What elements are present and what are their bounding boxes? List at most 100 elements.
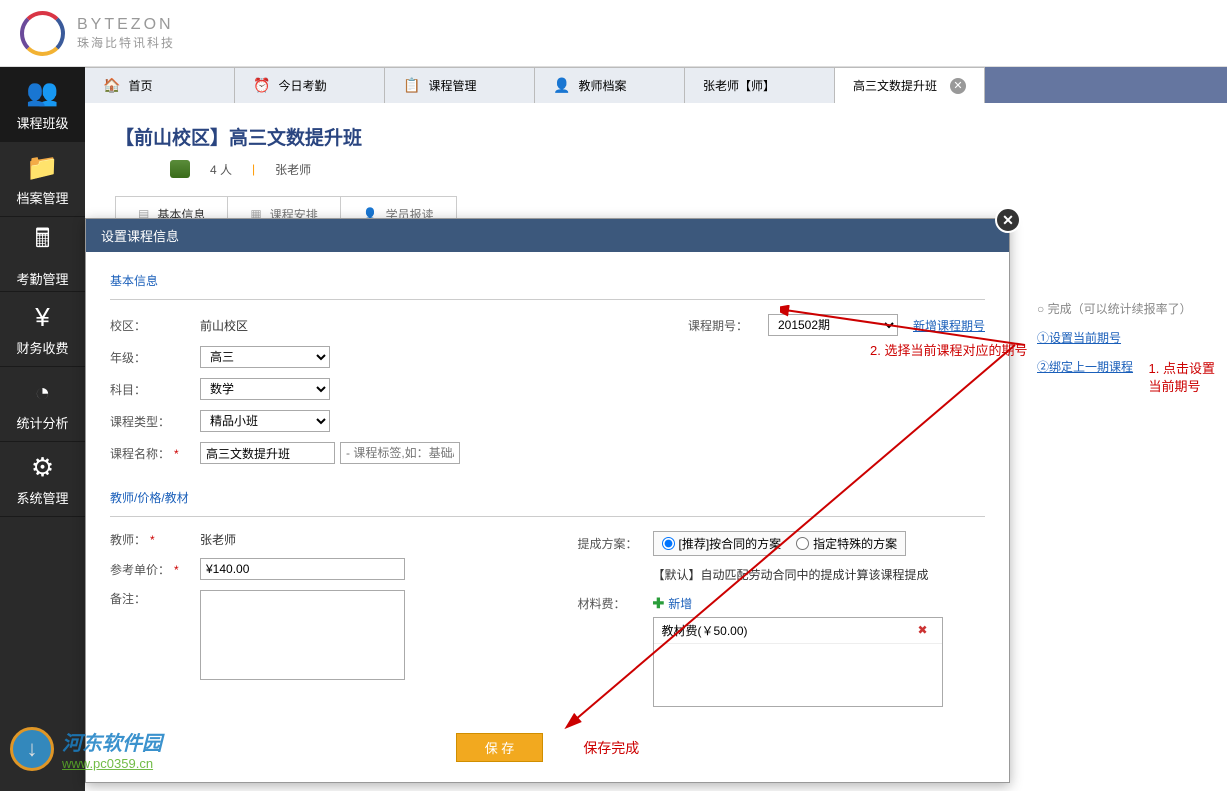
section-basic-title: 基本信息	[110, 272, 985, 289]
scheme-radio-group: [推荐]按合同的方案 指定特殊的方案	[653, 531, 907, 556]
sidebar-label: 课程班级	[16, 113, 68, 132]
sidebar-item-finance[interactable]: ¥ 财务收费	[0, 292, 85, 367]
radio-special[interactable]	[796, 537, 809, 550]
tab-label: 课程管理	[428, 77, 476, 94]
watermark-title: 河东软件园	[62, 727, 162, 756]
clock-icon: ⏰	[253, 77, 270, 94]
tab-course-mgmt[interactable]: 📋 课程管理	[385, 67, 535, 103]
scheme-note: 【默认】自动匹配劳动合同中的提成计算该课程提成	[653, 566, 986, 583]
tab-label: 教师档案	[578, 77, 626, 94]
people-count: 4 人	[210, 161, 232, 178]
sidebar: 👥 课程班级 📁 档案管理 🖩 考勤管理 ¥ 财务收费 ◔ 统计分析 ⚙ 系统管…	[0, 67, 85, 791]
sidebar-label: 统计分析	[16, 413, 68, 432]
campus-label: 校区：	[110, 317, 200, 334]
sidebar-item-stats[interactable]: ◔ 统计分析	[0, 367, 85, 442]
link-set-term[interactable]: ①设置当前期号	[1037, 329, 1192, 346]
material-list: 教材费(￥50.00) ✖	[653, 617, 943, 707]
link-bind-prev[interactable]: ②绑定上一期课程	[1037, 358, 1192, 375]
course-name-input[interactable]	[200, 442, 335, 464]
course-settings-modal: 设置课程信息 ✕ 基本信息 校区： 前山校区 课程期号： 201502期 新增课…	[85, 218, 1010, 783]
scheme-opt-special[interactable]: 指定特殊的方案	[796, 535, 897, 552]
subject-label: 科目：	[110, 381, 200, 398]
brand-text: BYTEZON 珠海比特讯科技	[77, 16, 175, 51]
piechart-icon: ◔	[35, 377, 51, 408]
tab-label: 高三文数提升班	[853, 77, 937, 94]
type-label: 课程类型：	[110, 413, 200, 430]
tab-label: 首页	[128, 77, 152, 94]
term-select[interactable]: 201502期	[768, 314, 898, 336]
sidebar-label: 考勤管理	[16, 269, 68, 288]
sidebar-item-system[interactable]: ⚙ 系统管理	[0, 442, 85, 517]
material-item[interactable]: 教材费(￥50.00) ✖	[654, 618, 942, 644]
page-meta: 4 人 | 张老师	[170, 160, 1197, 178]
page-title: 【前山校区】高三文数提升班	[115, 123, 1197, 150]
download-icon	[10, 727, 54, 771]
sidebar-item-course-class[interactable]: 👥 课程班级	[0, 67, 85, 142]
sidebar-label: 财务收费	[16, 338, 68, 357]
save-status: 保存完成	[583, 738, 639, 758]
list-icon: 📋	[403, 77, 420, 94]
modal-close-button[interactable]: ✕	[995, 207, 1021, 233]
teacher-name: 张老师	[275, 161, 311, 178]
sidebar-label: 档案管理	[16, 188, 68, 207]
divider	[110, 299, 985, 300]
grade-select[interactable]: 高三	[200, 346, 330, 368]
modal-footer: 保 存 保存完成	[86, 733, 1009, 762]
scheme-label: 提成方案：	[578, 535, 653, 552]
remark-textarea[interactable]	[200, 590, 405, 680]
sidebar-item-attendance[interactable]: 🖩 考勤管理	[0, 217, 85, 292]
material-item-text: 教材费(￥50.00)	[662, 622, 748, 639]
section-teacher-title: 教师/价格/教材	[110, 489, 985, 506]
tab-home[interactable]: 🏠 首页	[85, 67, 235, 103]
tab-label: 今日考勤	[278, 77, 326, 94]
calculator-icon: 🖩	[35, 220, 51, 264]
add-term-link[interactable]: 新增课程期号	[913, 317, 985, 334]
price-input[interactable]	[200, 558, 405, 580]
home-icon: 🏠	[103, 77, 120, 94]
material-add-button[interactable]: ✚ 新增	[653, 595, 693, 612]
grade-label: 年级：	[110, 349, 200, 366]
gear-icon: ⚙	[31, 452, 54, 483]
watermark-url: www.pc0359.cn	[62, 756, 162, 771]
delete-icon[interactable]: ✖	[918, 623, 934, 639]
modal-header: 设置课程信息	[86, 219, 1009, 252]
material-label: 材料费：	[578, 595, 653, 612]
tab-attendance-today[interactable]: ⏰ 今日考勤	[235, 67, 385, 103]
name-label: 课程名称：*	[110, 445, 200, 462]
teacher-label: 教师：*	[110, 531, 200, 548]
brand-cn: 珠海比特讯科技	[77, 34, 175, 51]
tab-teacher-profile[interactable]: 👤 教师档案	[535, 67, 685, 103]
radio-contract[interactable]	[662, 537, 675, 550]
students-icon	[170, 160, 190, 178]
save-button[interactable]: 保 存	[456, 733, 544, 762]
right-panel: 完成（可以统计续报率了） ①设置当前期号 ②绑定上一期课程	[1037, 300, 1192, 387]
subject-select[interactable]: 数学	[200, 378, 330, 400]
divider	[110, 516, 985, 517]
type-select[interactable]: 精品小班	[200, 410, 330, 432]
folder-icon: 📁	[26, 152, 58, 183]
term-label: 课程期号：	[688, 317, 768, 334]
right-panel-header: 完成（可以统计续报率了）	[1037, 300, 1192, 317]
modal-body: 基本信息 校区： 前山校区 课程期号： 201502期 新增课程期号 年级： 高…	[86, 252, 1009, 729]
separator: |	[252, 162, 255, 176]
brand-en: BYTEZON	[77, 16, 175, 34]
tab-class-detail[interactable]: 高三文数提升班 ✕	[835, 67, 985, 103]
scheme-opt-contract[interactable]: [推荐]按合同的方案	[662, 535, 782, 552]
tabs-bar: 🏠 首页 ⏰ 今日考勤 📋 课程管理 👤 教师档案 张老师【师】 高三文数提升班…	[85, 67, 1227, 103]
course-tag-input[interactable]	[340, 442, 460, 464]
price-label: 参考单价：*	[110, 561, 200, 578]
remark-label: 备注：	[110, 590, 200, 607]
campus-value: 前山校区	[200, 317, 248, 334]
teacher-value: 张老师	[200, 531, 236, 548]
tab-teacher-zhang[interactable]: 张老师【师】	[685, 67, 835, 103]
sidebar-label: 系统管理	[16, 488, 68, 507]
sidebar-item-archive[interactable]: 📁 档案管理	[0, 142, 85, 217]
tab-label: 张老师【师】	[703, 77, 775, 94]
people-icon: 👥	[26, 77, 58, 108]
modal-title: 设置课程信息	[101, 226, 179, 245]
watermark: 河东软件园 www.pc0359.cn	[10, 727, 162, 771]
yen-icon: ¥	[35, 302, 49, 333]
user-icon: 👤	[553, 77, 570, 94]
close-icon[interactable]: ✕	[950, 78, 966, 94]
app-header: BYTEZON 珠海比特讯科技	[0, 0, 1227, 67]
